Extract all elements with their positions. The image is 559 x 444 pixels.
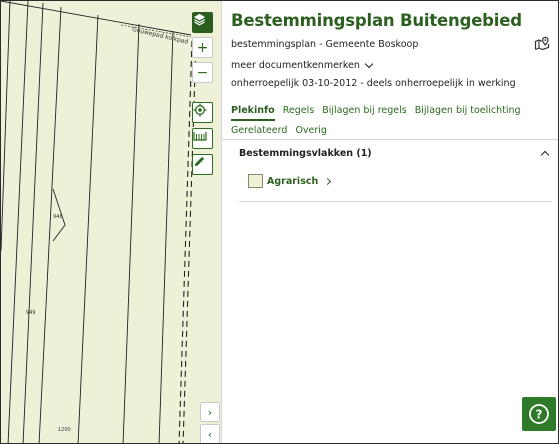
tab-regels[interactable]: Regels <box>283 101 314 121</box>
draw-button[interactable] <box>192 154 213 175</box>
crosshair-icon <box>193 103 207 117</box>
chevron-right-icon <box>324 177 332 185</box>
layers-button[interactable] <box>192 12 213 33</box>
pencil-icon <box>194 156 205 167</box>
info-panel: Bestemmingsplan Buitengebied bestemmings… <box>221 1 558 443</box>
chevron-right-icon: › <box>207 405 213 419</box>
plan-status: onherroepelijk 03-10-2012 - deels onherr… <box>231 78 516 89</box>
parcel-label: 1200 <box>58 427 71 433</box>
more-document-properties-label: meer documentkenmerken <box>231 60 360 71</box>
expand-panel-button[interactable]: › <box>200 402 220 422</box>
ruler-icon <box>193 132 207 141</box>
parcel-label: 949 <box>26 310 36 316</box>
plan-subtitle: bestemmingsplan - Gemeente Boskoop <box>231 39 419 50</box>
list-item-agrarisch[interactable]: Agrarisch <box>248 173 332 189</box>
bestemmingsvlakken-header[interactable]: Bestemmingsvlakken (1) <box>239 146 552 160</box>
chevron-up-icon <box>540 150 550 160</box>
chevron-down-icon <box>364 59 374 69</box>
tab-bar: Plekinfo Regels Bijlagen bij regels Bijl… <box>231 101 553 141</box>
section-divider <box>239 201 552 202</box>
svg-text:?: ? <box>536 408 543 422</box>
zoom-in-button[interactable]: + <box>192 37 213 58</box>
minus-icon: − <box>196 64 209 81</box>
tab-gerelateerd[interactable]: Gerelateerd <box>231 121 287 141</box>
chevron-left-icon: ‹ <box>207 427 213 441</box>
list-item-label: Agrarisch <box>267 175 319 187</box>
collapse-panel-button[interactable]: ‹ <box>200 424 220 443</box>
question-icon: ? <box>529 404 549 424</box>
more-document-properties-toggle[interactable]: meer documentkenmerken <box>231 59 374 71</box>
tabs-divider <box>222 139 558 140</box>
layers-icon <box>193 13 206 26</box>
tab-plekinfo[interactable]: Plekinfo <box>231 103 275 121</box>
tab-bijlagen-bij-regels[interactable]: Bijlagen bij regels <box>322 101 407 121</box>
measure-button[interactable] <box>192 128 213 149</box>
plus-icon: + <box>196 39 209 56</box>
help-button[interactable]: ? <box>522 397 556 431</box>
map-pin-icon[interactable] <box>534 35 550 51</box>
tab-bijlagen-bij-toelichting[interactable]: Bijlagen bij toelichting <box>415 101 521 121</box>
section-title: Bestemmingsvlakken (1) <box>239 147 372 159</box>
parcel-label: 948 <box>53 214 63 220</box>
tab-overig[interactable]: Overig <box>295 121 327 141</box>
page-title: Bestemmingsplan Buitengebied <box>231 11 522 30</box>
color-swatch <box>248 174 263 188</box>
map-parcels <box>1 1 221 443</box>
zoom-out-button[interactable]: − <box>192 62 213 83</box>
map-canvas[interactable]: Gouwepad kolkpad 948 949 1200 + − › ‹ <box>1 1 221 443</box>
locate-button[interactable] <box>192 102 213 123</box>
app-window: Gouwepad kolkpad 948 949 1200 + − › ‹ Be… <box>0 0 559 444</box>
